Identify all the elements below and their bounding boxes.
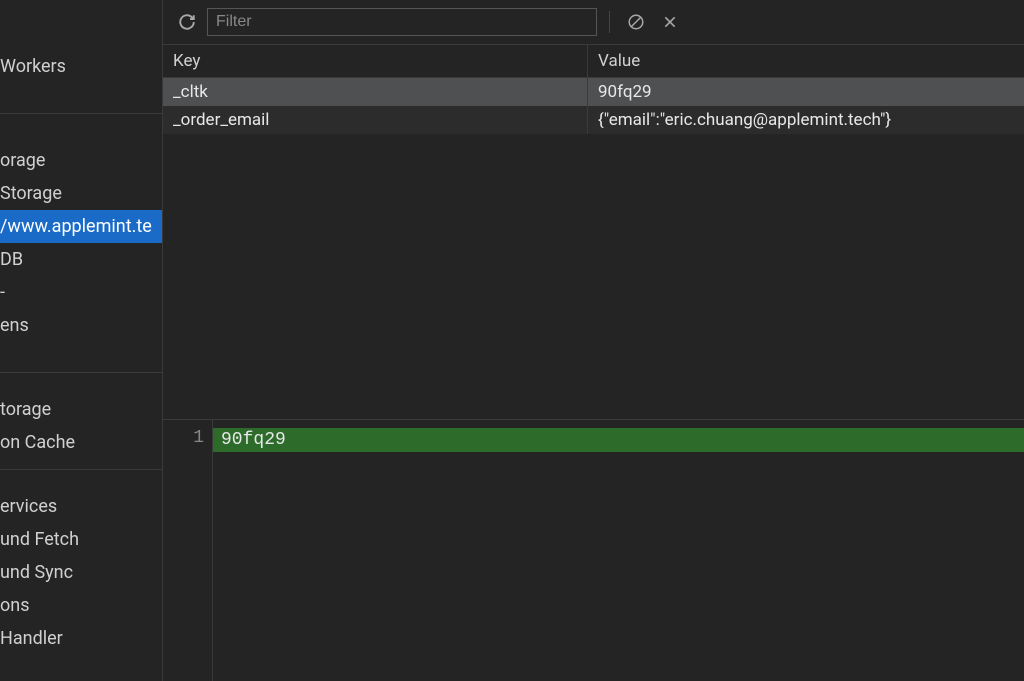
sidebar-item-storage-0[interactable]: orage — [0, 144, 162, 177]
sidebar-item-storage-4[interactable]: - — [0, 276, 162, 309]
cell-key: _cltk — [163, 78, 588, 106]
sidebar: Workers orage Storage /www.applemint.te … — [0, 0, 163, 681]
refresh-icon[interactable] — [173, 8, 201, 36]
main-panel: Key Value _cltk 90fq29 _order_email {"em… — [163, 0, 1024, 681]
toolbar — [163, 0, 1024, 45]
storage-table: Key Value _cltk 90fq29 _order_email {"em… — [163, 45, 1024, 420]
sidebar-section-background: ervices und Fetch und Sync ons Handler — [0, 470, 162, 655]
sidebar-section-workers: Workers — [0, 0, 162, 114]
sidebar-item-bg-1[interactable]: und Fetch — [0, 523, 162, 556]
column-header-value[interactable]: Value — [588, 45, 1024, 77]
table-row[interactable]: _cltk 90fq29 — [163, 78, 1024, 106]
clear-icon[interactable] — [622, 8, 650, 36]
table-row[interactable]: _order_email {"email":"eric.chuang@apple… — [163, 106, 1024, 134]
column-header-key[interactable]: Key — [163, 45, 588, 77]
sidebar-item-storage-1[interactable]: Storage — [0, 177, 162, 210]
sidebar-item-bg-2[interactable]: und Sync — [0, 556, 162, 589]
detail-value: 90fq29 — [213, 428, 1024, 452]
sidebar-item-cache-0[interactable]: torage — [0, 393, 162, 426]
table-body: _cltk 90fq29 _order_email {"email":"eric… — [163, 78, 1024, 419]
sidebar-item-bg-0[interactable]: ervices — [0, 490, 162, 523]
sidebar-item-bg-4[interactable]: Handler — [0, 622, 162, 655]
sidebar-item-storage-5[interactable]: ens — [0, 309, 162, 342]
close-icon[interactable] — [656, 8, 684, 36]
detail-pane: 1 90fq29 — [163, 420, 1024, 681]
sidebar-section-cache: torage on Cache — [0, 373, 162, 470]
sidebar-item-storage-3[interactable]: DB — [0, 243, 162, 276]
cell-key: _order_email — [163, 106, 588, 134]
cell-value: 90fq29 — [588, 78, 1024, 106]
detail-content[interactable]: 90fq29 — [213, 420, 1024, 681]
detail-line-number: 1 — [163, 420, 213, 681]
sidebar-section-storage: orage Storage /www.applemint.te DB - ens — [0, 114, 162, 373]
cell-value: {"email":"eric.chuang@applemint.tech"} — [588, 106, 1024, 134]
toolbar-separator — [609, 11, 610, 33]
sidebar-item-storage-selected[interactable]: /www.applemint.te — [0, 210, 162, 243]
sidebar-item-cache-1[interactable]: on Cache — [0, 426, 162, 459]
table-header: Key Value — [163, 45, 1024, 78]
sidebar-item-workers[interactable]: Workers — [0, 50, 162, 83]
filter-input[interactable] — [207, 8, 597, 36]
sidebar-item-bg-3[interactable]: ons — [0, 589, 162, 622]
